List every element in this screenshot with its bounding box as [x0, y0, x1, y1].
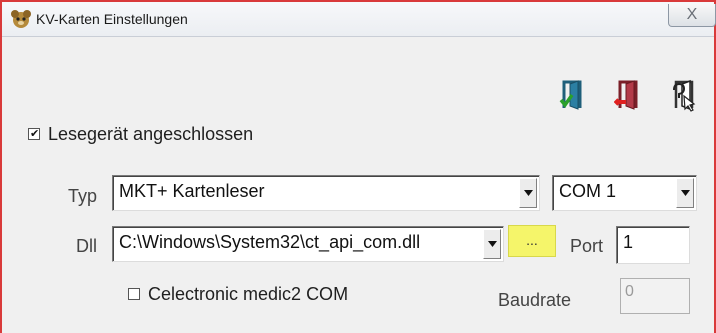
baudrate-label: Baudrate — [498, 290, 572, 310]
com-select[interactable]: COM 1 — [552, 175, 697, 211]
reader-connected-checkbox[interactable]: ✔ — [28, 128, 40, 140]
dll-select-value: C:\Windows\System32\ct_api_com.dll — [119, 232, 421, 252]
title-bar[interactable]: KV-Karten Einstellungen X — [2, 2, 716, 37]
browse-dll-button[interactable]: ... — [508, 225, 556, 257]
close-button[interactable]: X — [668, 4, 716, 27]
celectronic-label: Celectronic medic2 COM — [148, 284, 349, 304]
chevron-down-icon — [524, 190, 533, 196]
exit-confirm-icon[interactable] — [558, 78, 588, 112]
typ-label: Typ — [68, 186, 98, 206]
dll-dropdown-button[interactable] — [483, 229, 501, 259]
baudrate-input[interactable]: 0 — [620, 278, 690, 314]
window-title: KV-Karten Einstellungen — [36, 11, 188, 27]
typ-select[interactable]: MKT+ Kartenleser — [112, 175, 540, 211]
port-value: 1 — [623, 232, 634, 252]
chevron-down-icon — [488, 241, 497, 247]
reader-connected-label: Lesegerät angeschlossen — [48, 124, 254, 144]
celectronic-checkbox[interactable] — [128, 288, 140, 300]
typ-dropdown-button[interactable] — [519, 178, 537, 208]
baudrate-value: 0 — [625, 283, 634, 300]
exit-help-icon[interactable] — [670, 78, 700, 112]
checkmark-icon: ✔ — [30, 128, 40, 140]
close-icon: X — [686, 6, 698, 23]
dll-select[interactable]: C:\Windows\System32\ct_api_com.dll — [112, 226, 504, 262]
app-icon — [11, 10, 31, 28]
port-input[interactable]: 1 — [616, 226, 690, 264]
typ-select-value: MKT+ Kartenleser — [119, 181, 265, 201]
dll-label: Dll — [76, 236, 97, 256]
chevron-down-icon — [681, 190, 690, 196]
exit-cancel-icon[interactable] — [614, 78, 644, 112]
com-select-value: COM 1 — [559, 181, 617, 201]
com-dropdown-button[interactable] — [676, 178, 694, 208]
port-label: Port — [570, 236, 604, 256]
